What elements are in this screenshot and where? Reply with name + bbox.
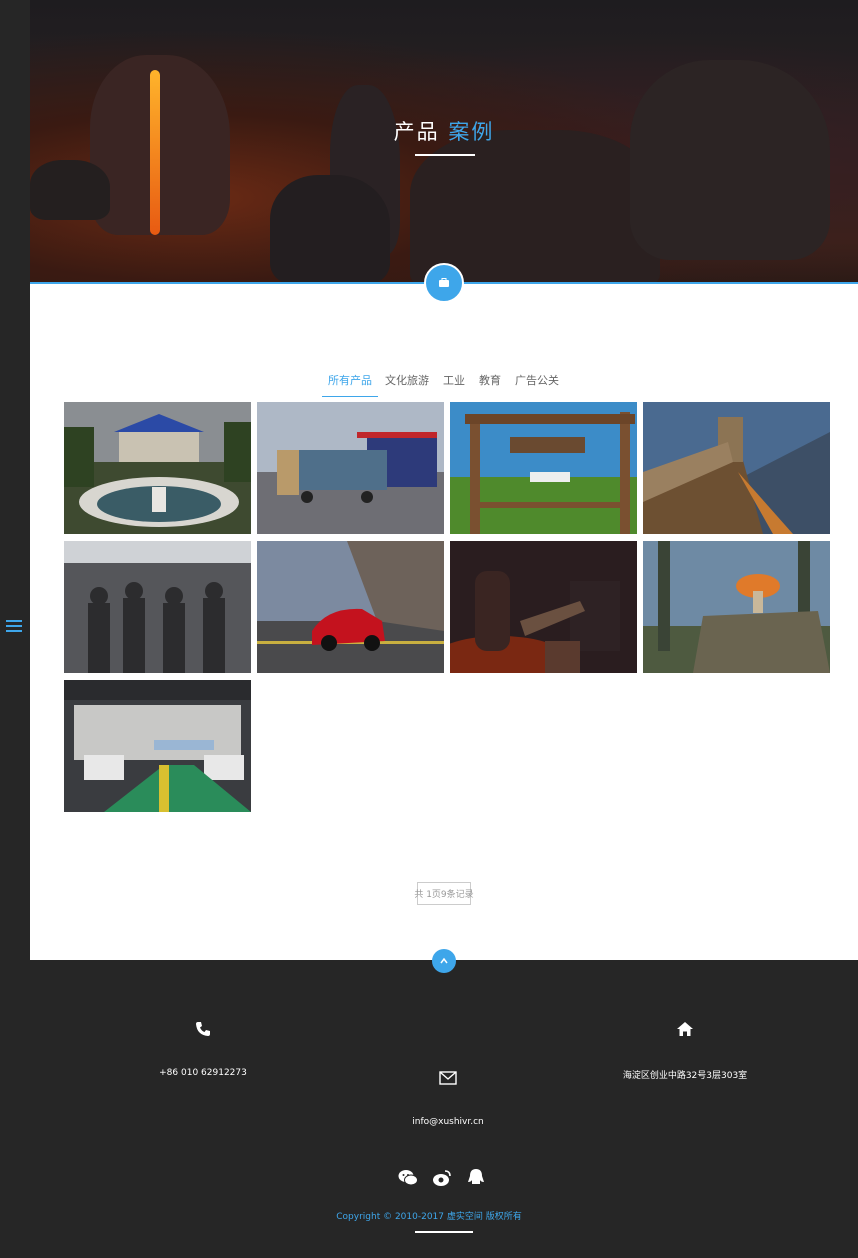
gallery-item-farm-gate[interactable] [450, 402, 637, 534]
tab-advertising-pr[interactable]: 广告公关 [508, 370, 566, 397]
wechat-icon[interactable] [397, 1167, 419, 1189]
farm-gate-thumbnail [450, 402, 637, 534]
tab-culture-tourism[interactable]: 文化旅游 [378, 370, 436, 397]
title-underline [415, 154, 475, 156]
footer-phone: +86 010 62912273 [140, 1020, 266, 1078]
gallery-item-mushroom-house[interactable] [643, 541, 830, 673]
container-truck-thumbnail [257, 402, 444, 534]
factory-hall-thumbnail [64, 680, 251, 812]
address: 海淀区创业中路32号3层303室 [622, 1071, 748, 1081]
phone-icon [196, 1022, 210, 1036]
gallery-item-palace[interactable] [64, 402, 251, 534]
pagination-info: 共 1页9条记录 [414, 882, 474, 905]
category-tabs: 所有产品 文化旅游 工业 教育 广告公关 [30, 370, 858, 397]
great-wall-thumbnail [643, 402, 830, 534]
social-links [397, 1167, 487, 1189]
footer-underline [415, 1231, 473, 1233]
gallery-item-red-car[interactable] [257, 541, 444, 673]
tab-education[interactable]: 教育 [472, 370, 508, 397]
back-to-top-button[interactable] [432, 949, 456, 973]
gallery-item-terracotta-warriors[interactable] [64, 541, 251, 673]
email-address[interactable]: info@xushivr.cn [412, 1117, 484, 1127]
home-icon [677, 1022, 693, 1036]
menu-icon[interactable] [6, 620, 22, 632]
chevron-up-icon [440, 957, 448, 964]
product-gallery [64, 402, 831, 812]
gallery-item-container-truck[interactable] [257, 402, 444, 534]
volcano-bridge-thumbnail [450, 541, 637, 673]
hero-banner: 产品 案例 [30, 0, 858, 283]
gallery-item-volcano-bridge[interactable] [450, 541, 637, 673]
side-rail [0, 0, 30, 1258]
footer-email: info@xushivr.cn [380, 1069, 516, 1127]
palace-thumbnail [64, 402, 251, 534]
tab-all-products[interactable]: 所有产品 [322, 370, 378, 397]
red-car-thumbnail [257, 541, 444, 673]
mushroom-house-thumbnail [643, 541, 830, 673]
tab-industry[interactable]: 工业 [436, 370, 472, 397]
envelope-icon [439, 1071, 457, 1085]
weibo-icon[interactable] [431, 1167, 453, 1189]
copyright-text: Copyright © 2010-2017 虚实空间 版权所有 [336, 1212, 522, 1222]
footer-address: 海淀区创业中路32号3层303室 [600, 1020, 770, 1081]
phone-number: +86 010 62912273 [159, 1068, 247, 1078]
page-title: 产品 案例 [393, 120, 495, 144]
qq-icon[interactable] [465, 1167, 487, 1189]
gallery-item-factory-hall[interactable] [64, 680, 251, 812]
gallery-item-great-wall[interactable] [643, 402, 830, 534]
terracotta-warriors-thumbnail [64, 541, 251, 673]
briefcase-icon [424, 263, 464, 303]
